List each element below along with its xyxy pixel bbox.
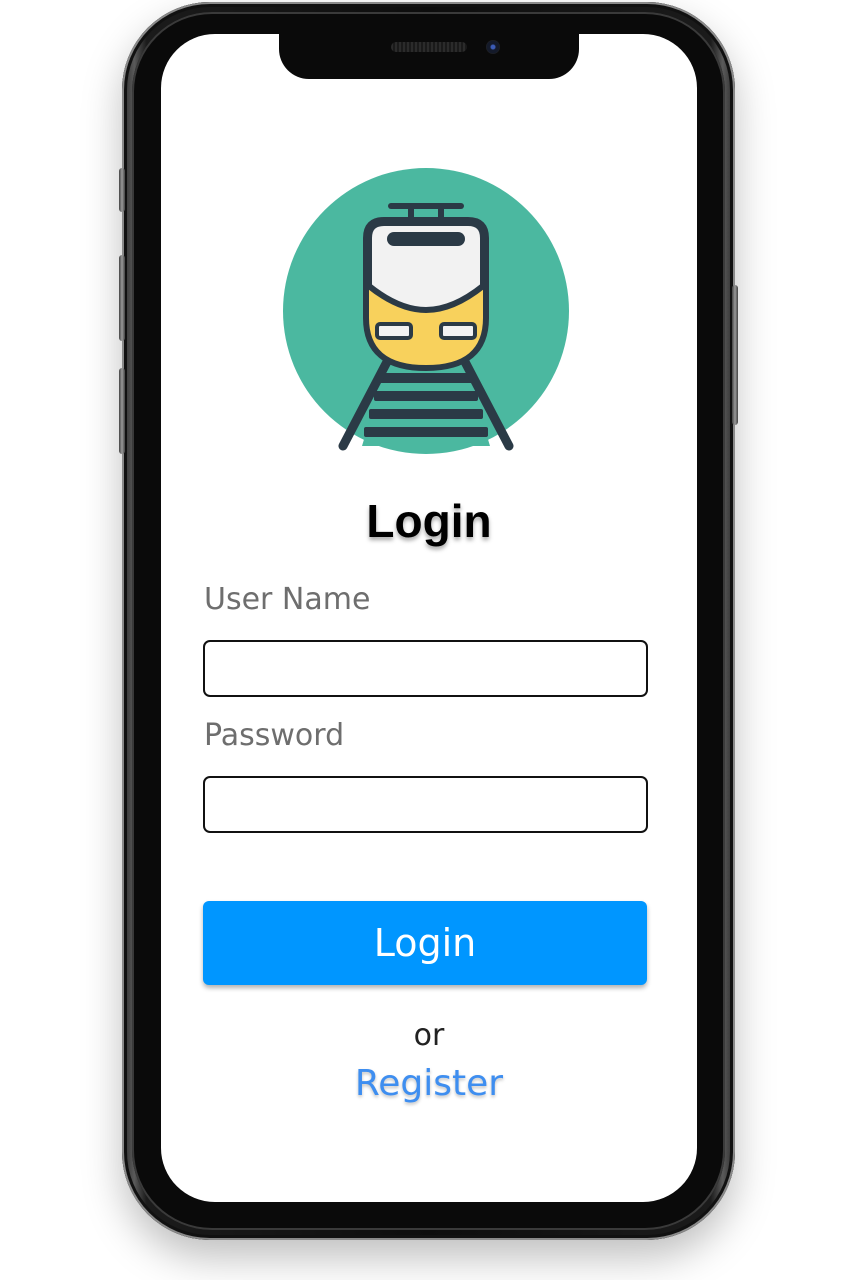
train-body-icon <box>363 217 489 372</box>
notch <box>279 30 579 79</box>
volume-up-button <box>119 255 125 341</box>
power-button <box>732 285 738 425</box>
front-camera <box>486 40 500 54</box>
password-label: Password <box>204 718 345 753</box>
username-field[interactable] <box>203 640 648 697</box>
username-label: User Name <box>204 582 371 617</box>
silent-switch <box>119 168 125 212</box>
train-logo-icon <box>283 168 569 454</box>
password-field[interactable] <box>203 776 648 833</box>
login-button[interactable]: Login <box>203 901 647 985</box>
register-link[interactable]: Register <box>161 1063 697 1104</box>
page-title: Login <box>366 495 492 547</box>
volume-down-button <box>119 368 125 454</box>
or-separator: or <box>413 1018 445 1053</box>
speaker-grille <box>391 42 467 52</box>
